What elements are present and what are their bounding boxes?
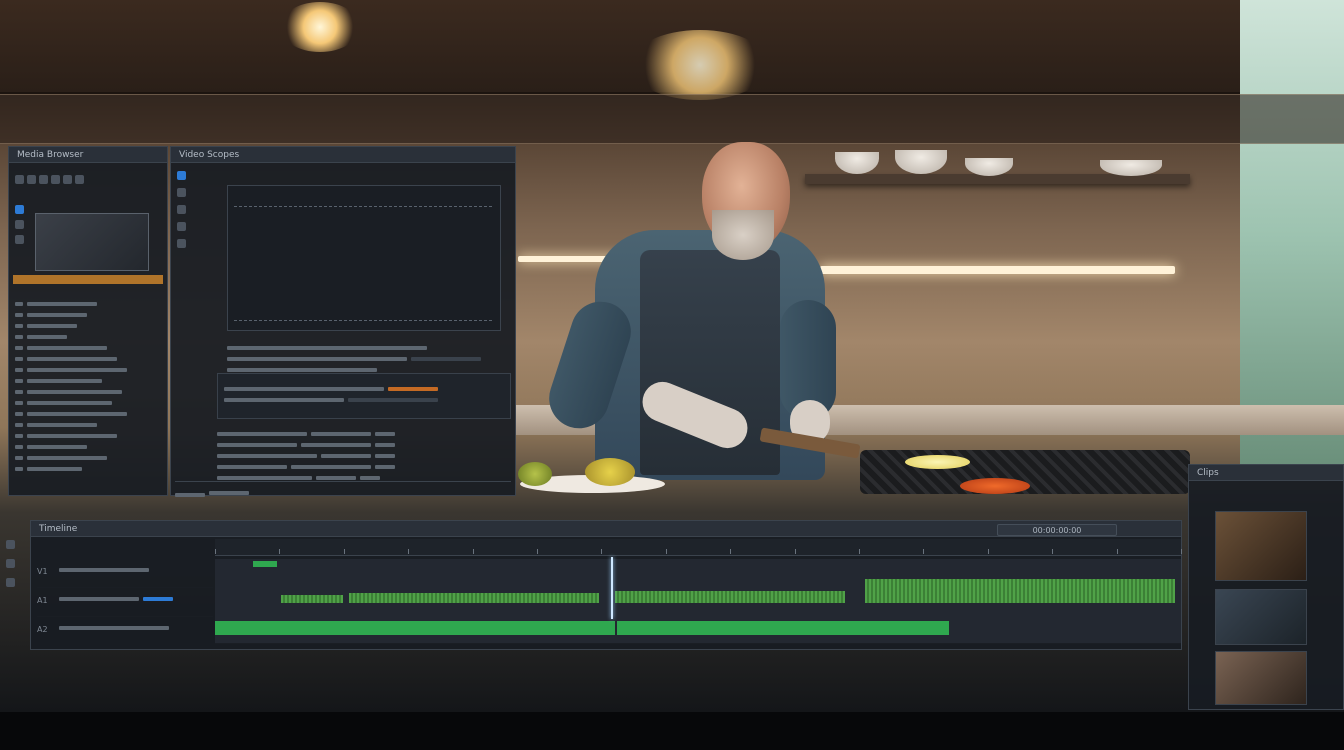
panel-title: Media Browser xyxy=(9,147,167,163)
folder-icon[interactable] xyxy=(15,175,24,184)
ruler-tick xyxy=(537,549,538,554)
ruler-tick xyxy=(473,549,474,554)
tool-icon[interactable] xyxy=(177,205,186,214)
ruler-tick xyxy=(795,549,796,554)
media-list xyxy=(15,293,165,471)
playhead[interactable] xyxy=(611,557,613,619)
track-header[interactable]: A2 xyxy=(37,617,213,645)
ruler-tick xyxy=(859,549,860,554)
media-browser-panel: Media Browser xyxy=(8,146,168,496)
clip-track[interactable] xyxy=(215,615,1181,644)
timeline-clip[interactable] xyxy=(215,621,615,635)
scissors-icon[interactable] xyxy=(39,175,48,184)
food xyxy=(905,455,970,469)
parameter-list xyxy=(227,337,503,372)
clip-marker[interactable] xyxy=(253,561,277,567)
upper-cabinets xyxy=(0,0,1240,94)
track-label: A1 xyxy=(37,596,48,605)
tool-icon[interactable] xyxy=(6,578,15,587)
ruler-tick xyxy=(344,549,345,554)
kitchen-window xyxy=(1240,0,1344,470)
track-headers: V1 A1 A2 xyxy=(37,559,213,645)
timeline-ruler[interactable] xyxy=(215,539,1182,556)
panel-title: Clips xyxy=(1189,465,1343,481)
tool-icon[interactable] xyxy=(177,239,186,248)
ruler-tick xyxy=(988,549,989,554)
scope-mode-icon[interactable] xyxy=(177,171,186,180)
section-header-bar xyxy=(13,275,163,284)
food xyxy=(960,478,1030,494)
selected-tool-icon[interactable] xyxy=(15,205,24,214)
audio-icon[interactable] xyxy=(75,175,84,184)
source-preview[interactable] xyxy=(35,213,149,271)
panel-footer xyxy=(175,481,511,497)
ruler-tick xyxy=(279,549,280,554)
clips-panel: Clips xyxy=(1188,464,1344,710)
gear-icon[interactable] xyxy=(63,175,72,184)
ruler-tick xyxy=(1117,549,1118,554)
track-label: V1 xyxy=(37,567,48,576)
panel-title: Video Scopes xyxy=(171,147,515,163)
audio-waveform[interactable] xyxy=(349,593,599,603)
timeline-clip[interactable] xyxy=(617,621,949,635)
track-header[interactable]: V1 xyxy=(37,559,213,588)
under-cabinet-light xyxy=(820,266,1175,274)
ruler-tick xyxy=(601,549,602,554)
overlay-band xyxy=(0,94,1344,144)
food xyxy=(585,458,635,486)
track-header[interactable]: A1 xyxy=(37,588,213,617)
bowl xyxy=(835,152,879,174)
scope-reference-line xyxy=(234,206,492,208)
bottom-bar xyxy=(0,712,1344,750)
food xyxy=(518,462,552,486)
ruler-tick xyxy=(215,549,216,554)
ruler-tick xyxy=(408,549,409,554)
ruler-tick xyxy=(923,549,924,554)
adjustment-row[interactable] xyxy=(217,373,511,419)
clip-thumbnail[interactable] xyxy=(1215,589,1307,645)
tool-icon[interactable] xyxy=(15,220,24,229)
ruler-tick xyxy=(730,549,731,554)
ruler-tick xyxy=(1181,549,1182,554)
audio-track[interactable] xyxy=(215,579,1181,616)
play-icon[interactable] xyxy=(27,175,36,184)
audio-waveform[interactable] xyxy=(281,595,343,603)
clip-thumbnail[interactable] xyxy=(1215,511,1307,581)
pendant-lights xyxy=(630,30,770,100)
bowl xyxy=(895,150,947,174)
tool-icon[interactable] xyxy=(6,559,15,568)
clip-thumbnail[interactable] xyxy=(1215,651,1307,705)
video-scopes-panel: Video Scopes xyxy=(170,146,516,497)
property-list xyxy=(217,423,509,480)
timeline-tool-column xyxy=(6,540,20,620)
toolbar-icons xyxy=(15,169,87,188)
ruler-tick xyxy=(666,549,667,554)
ruler-tick xyxy=(1052,549,1053,554)
tool-icon[interactable] xyxy=(177,222,186,231)
ceiling-lamp xyxy=(280,2,360,52)
tool-icon[interactable] xyxy=(177,188,186,197)
track-label: A2 xyxy=(37,625,48,634)
tool-icon[interactable] xyxy=(15,235,24,244)
chef-beard xyxy=(712,210,774,260)
timecode-display[interactable]: 00:00:00:00 xyxy=(997,524,1117,536)
waveform-scope[interactable] xyxy=(227,185,501,331)
audio-waveform[interactable] xyxy=(615,591,845,603)
scope-reference-line xyxy=(234,320,492,322)
tool-icon[interactable] xyxy=(6,540,15,549)
timeline-panel: Timeline 00:00:00:00 V1 A1 A2 xyxy=(30,520,1182,650)
zoom-icon[interactable] xyxy=(51,175,60,184)
left-tool-column xyxy=(177,169,191,489)
audio-waveform[interactable] xyxy=(865,579,1175,603)
